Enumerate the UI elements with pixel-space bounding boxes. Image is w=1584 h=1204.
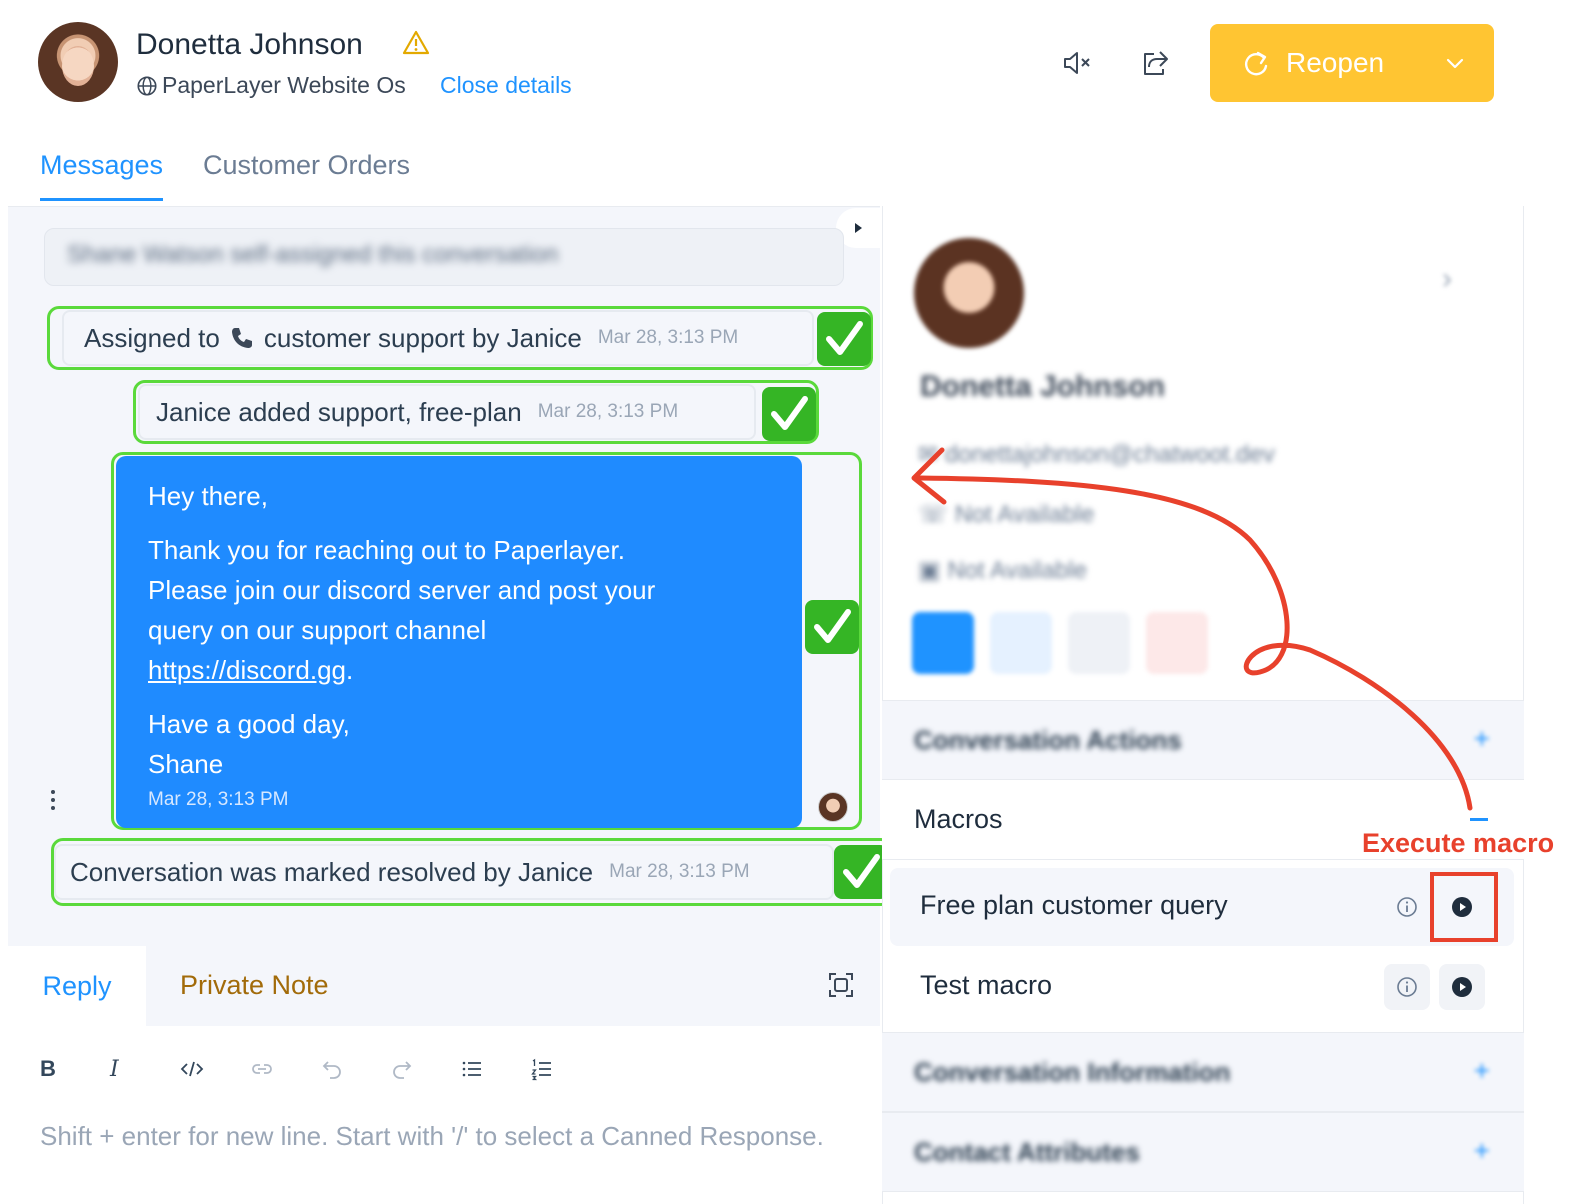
activity-text: customer support by Janice <box>263 322 582 353</box>
execute-macro-button[interactable] <box>1439 964 1485 1010</box>
tab-messages[interactable]: Messages <box>40 150 164 201</box>
bullet-list-icon <box>462 1061 481 1077</box>
activity-message-labels: Janice added support, free-plan Mar 28, … <box>138 384 756 440</box>
conversation-header: Donetta Johnson PaperLayer Website Os Cl… <box>0 0 1584 130</box>
message-time: Mar 28, 3:13 PM <box>148 789 289 810</box>
annotation-label: Execute macro <box>1362 828 1555 858</box>
activity-text: Conversation was marked resolved by Jani… <box>70 856 594 887</box>
expand-icon[interactable] <box>826 970 856 1000</box>
check-icon <box>817 312 871 366</box>
macro-name: Test macro <box>920 970 1053 1000</box>
check-icon <box>762 387 816 441</box>
reopen-icon <box>1245 51 1268 76</box>
message-line: Have a good day, <box>148 709 350 739</box>
redo-button[interactable] <box>386 1052 456 1086</box>
bold-button[interactable]: B <box>36 1052 106 1086</box>
outgoing-message[interactable]: Hey there, Thank you for reaching out to… <box>116 456 802 828</box>
chevron-right-icon[interactable]: › <box>1442 262 1452 296</box>
tab-reply[interactable]: Reply <box>8 946 146 1026</box>
tab-customer-orders[interactable]: Customer Orders <box>203 150 410 181</box>
message-input[interactable]: Shift + enter for new line. Start with '… <box>40 1116 830 1156</box>
link-icon <box>252 1064 272 1074</box>
message-text: . <box>346 655 354 685</box>
info-icon <box>1397 977 1417 997</box>
warning-icon <box>402 30 430 55</box>
activity-time: Mar 28, 3:13 PM <box>597 327 739 348</box>
plus-icon: + <box>1473 1055 1490 1086</box>
reopen-button[interactable]: Reopen <box>1210 24 1494 102</box>
annotation-arrow <box>911 447 1473 811</box>
globe-icon <box>137 75 157 96</box>
sender-avatar <box>818 792 848 822</box>
bullet-list-button[interactable] <box>456 1052 526 1086</box>
ordered-list-button[interactable] <box>526 1052 596 1086</box>
message-line: Shane <box>148 749 224 779</box>
contact-avatar[interactable] <box>38 22 118 102</box>
activity-time: Mar 28, 3:13 PM <box>609 861 750 882</box>
message-line: Thank you for reaching out to Paperlayer… <box>148 535 625 565</box>
sidebar-contact-avatar <box>914 238 1024 348</box>
macro-info-button[interactable] <box>1384 884 1430 930</box>
contact-name[interactable]: Donetta Johnson <box>136 28 363 62</box>
reply-mode-tabs: Reply Private Note <box>8 946 880 1026</box>
share-icon[interactable] <box>1138 46 1172 80</box>
code-icon <box>180 1061 204 1077</box>
reopen-label: Reopen <box>1286 47 1385 78</box>
check-icon <box>805 600 859 654</box>
mute-icon[interactable] <box>1060 46 1094 80</box>
macro-row[interactable]: Free plan customer query <box>890 868 1514 946</box>
annotation-highlight-box <box>1430 872 1498 942</box>
macro-row[interactable]: Test macro <box>890 948 1514 1026</box>
inbox-info: PaperLayer Website Os <box>136 72 406 99</box>
section-contact-attributes[interactable]: Contact Attributes + <box>882 1112 1524 1192</box>
activity-text: Janice added support, free-plan <box>156 396 522 427</box>
link-button[interactable] <box>246 1052 316 1086</box>
code-button[interactable] <box>176 1052 246 1086</box>
chevron-down-icon[interactable] <box>1442 50 1468 76</box>
discord-link[interactable]: https://discord.gg <box>148 655 346 685</box>
more-options-icon[interactable] <box>44 788 62 812</box>
redo-icon <box>393 1061 412 1079</box>
activity-message-assigned: Assigned to customer support by Janice M… <box>62 310 814 366</box>
activity-time: Mar 28, 3:13 PM <box>537 401 679 422</box>
close-details-link[interactable]: Close details <box>440 72 572 99</box>
editor-toolbar: B I <box>36 1052 596 1086</box>
info-icon <box>1397 897 1417 917</box>
ordered-list-icon <box>531 1058 551 1081</box>
plus-icon: + <box>1473 1135 1490 1166</box>
inbox-name: PaperLayer Website Os <box>162 72 406 98</box>
macro-info-button[interactable] <box>1384 964 1430 1010</box>
conversation-tabs: Messages Customer Orders <box>0 130 880 206</box>
message-line: Please join our discord server and post … <box>148 575 656 605</box>
blurred-activity-message: Shane Watson self-assigned this conversa… <box>44 228 844 286</box>
tab-private-note[interactable]: Private Note <box>180 970 329 1001</box>
undo-button[interactable] <box>316 1052 386 1086</box>
section-conversation-information[interactable]: Conversation Information + <box>882 1032 1524 1112</box>
activity-message-resolved: Conversation was marked resolved by Jani… <box>54 844 834 900</box>
message-line: Hey there, <box>148 481 268 511</box>
italic-button[interactable]: I <box>106 1052 176 1086</box>
message-line: query on our support channel <box>148 615 487 645</box>
caret-right-icon <box>855 223 862 233</box>
macro-name: Free plan customer query <box>920 890 1228 920</box>
sidebar-contact-name: Donetta Johnson <box>920 370 1165 403</box>
undo-icon <box>322 1061 341 1079</box>
play-icon <box>1452 977 1472 997</box>
activity-text: Assigned to <box>84 322 220 353</box>
phone-icon <box>231 328 252 348</box>
